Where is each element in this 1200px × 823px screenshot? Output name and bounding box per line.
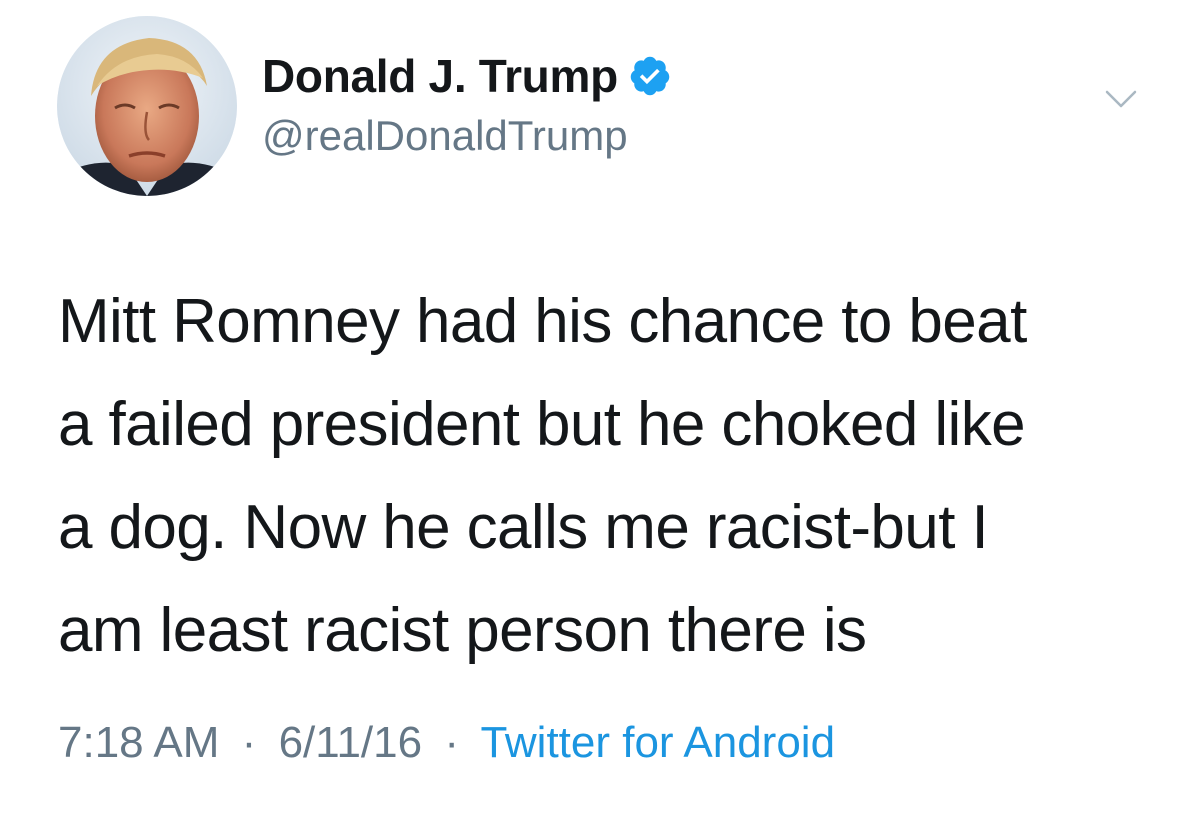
display-name[interactable]: Donald J. Trump [262,49,672,103]
chevron-down-icon[interactable] [1104,88,1138,112]
tweet-text-line: a failed president but he choked like [58,390,1026,459]
avatar-portrait-icon [57,16,237,196]
tweet-card: Donald J. Trump @realDonaldTrump Mitt Ro… [0,0,1200,823]
user-avatar[interactable] [57,16,237,196]
meta-separator: · [241,718,257,767]
meta-separator: · [444,718,459,767]
tweet-date[interactable]: 6/11/16 [279,718,423,767]
verified-badge-icon [628,54,672,98]
tweet-meta: 7:18 AM · 6/11/16 · Twitter for Android [58,718,835,768]
tweet-text-line: am least racist person there is [58,596,867,665]
tweet-text-line: a dog. Now he calls me racist-but I [58,493,989,562]
tweet-text: Mitt Romney had his chance to beat a fai… [58,270,1168,682]
tweet-text-line: Mitt Romney had his chance to beat [58,287,1027,356]
user-handle[interactable]: @realDonaldTrump [262,112,628,160]
tweet-source-link[interactable]: Twitter for Android [480,718,835,767]
display-name-text[interactable]: Donald J. Trump [262,49,618,103]
tweet-time[interactable]: 7:18 AM [58,718,219,767]
